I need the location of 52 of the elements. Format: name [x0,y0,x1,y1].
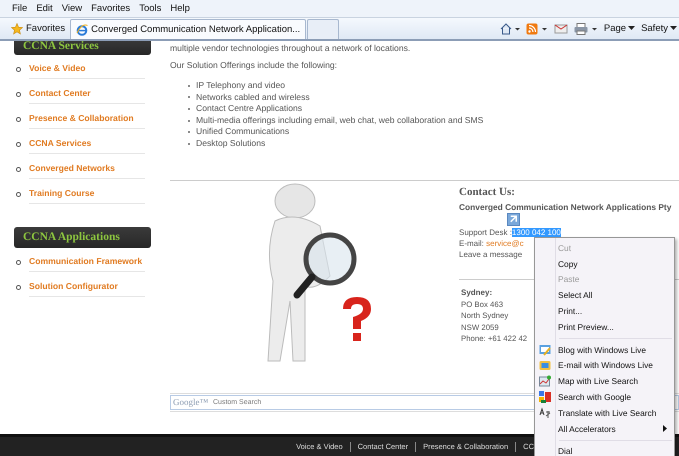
feed-button[interactable] [526,22,548,34]
mail-button[interactable] [554,22,568,34]
offering-item: IP Telephony and video [196,80,286,92]
home-button[interactable] [500,22,520,34]
browser-logo-icon [76,24,88,36]
offering-item: Contact Centre Applications [196,103,302,115]
support-label: Support Desk : [459,228,512,237]
toolbar-menu-button[interactable]: Safety [641,23,677,34]
context-menu-item[interactable]: All Accelerators [535,420,674,437]
offering-item: Multi-media offerings including email, web chat, web collaboration and SMS [196,114,484,126]
selected-phone-number: 1300 042 100 [512,228,561,237]
offering-item: Networks cabled and wireless [196,92,310,104]
menu-item[interactable]: View [58,3,88,14]
context-menu-item[interactable]: Print... [535,303,674,319]
star-icon [11,22,23,34]
print-button[interactable] [574,22,598,34]
caret-icon [670,26,677,31]
accelerator-icon[interactable] [507,212,520,226]
sidebar-heading: CCNA Services [14,41,151,55]
toolbar-menu-button[interactable]: Page [604,23,636,34]
translate-icon [539,406,551,419]
menu-item[interactable]: Tools [136,3,168,14]
menu-item[interactable]: Help [167,3,196,14]
offering-item: Unified Communications [196,126,290,138]
context-menu-item[interactable]: Copy [535,256,674,272]
intro-text: multiple vendor technologies throughout a network of locations. [170,43,412,53]
sidebar-heading: CCNA Applications [14,227,151,248]
caret-icon [628,26,636,31]
company-name: Converged Communication Network Applications Pty [459,202,672,212]
browser-tab[interactable]: Converged Communication Network Application... [70,19,306,39]
menu-item[interactable]: Favorites [88,3,136,14]
context-menu-item[interactable]: Blog with Windows Live [535,342,674,358]
context-menu-item[interactable]: Select All [535,287,674,304]
offerings-heading: Our Solution Offerings include the following: [170,60,338,70]
map-icon [539,375,551,388]
blog-icon [539,344,551,356]
google-icon [539,391,551,404]
context-menu-item[interactable]: Print Preview... [535,318,674,335]
context-menu-item[interactable]: Dial [535,444,674,456]
context-menu-item[interactable]: Map with Live Search [535,373,674,390]
leave-message-text: Leave a message [459,248,522,260]
context-menu-item[interactable]: E-mail with Windows Live [535,358,674,374]
menu-item[interactable]: File [9,3,34,14]
offering-item: Desktop Solutions [196,138,266,150]
search-logo: Google™ [173,396,208,408]
menu-item[interactable]: Edit [33,3,59,14]
email-label: E-mail: [459,238,484,248]
favorites-button[interactable]: Favorites [9,19,70,38]
office-city: Sydney: [461,288,492,297]
contact-heading: Contact Us: [459,186,516,198]
submenu-arrow-icon [663,425,667,432]
email-icon [539,359,551,372]
